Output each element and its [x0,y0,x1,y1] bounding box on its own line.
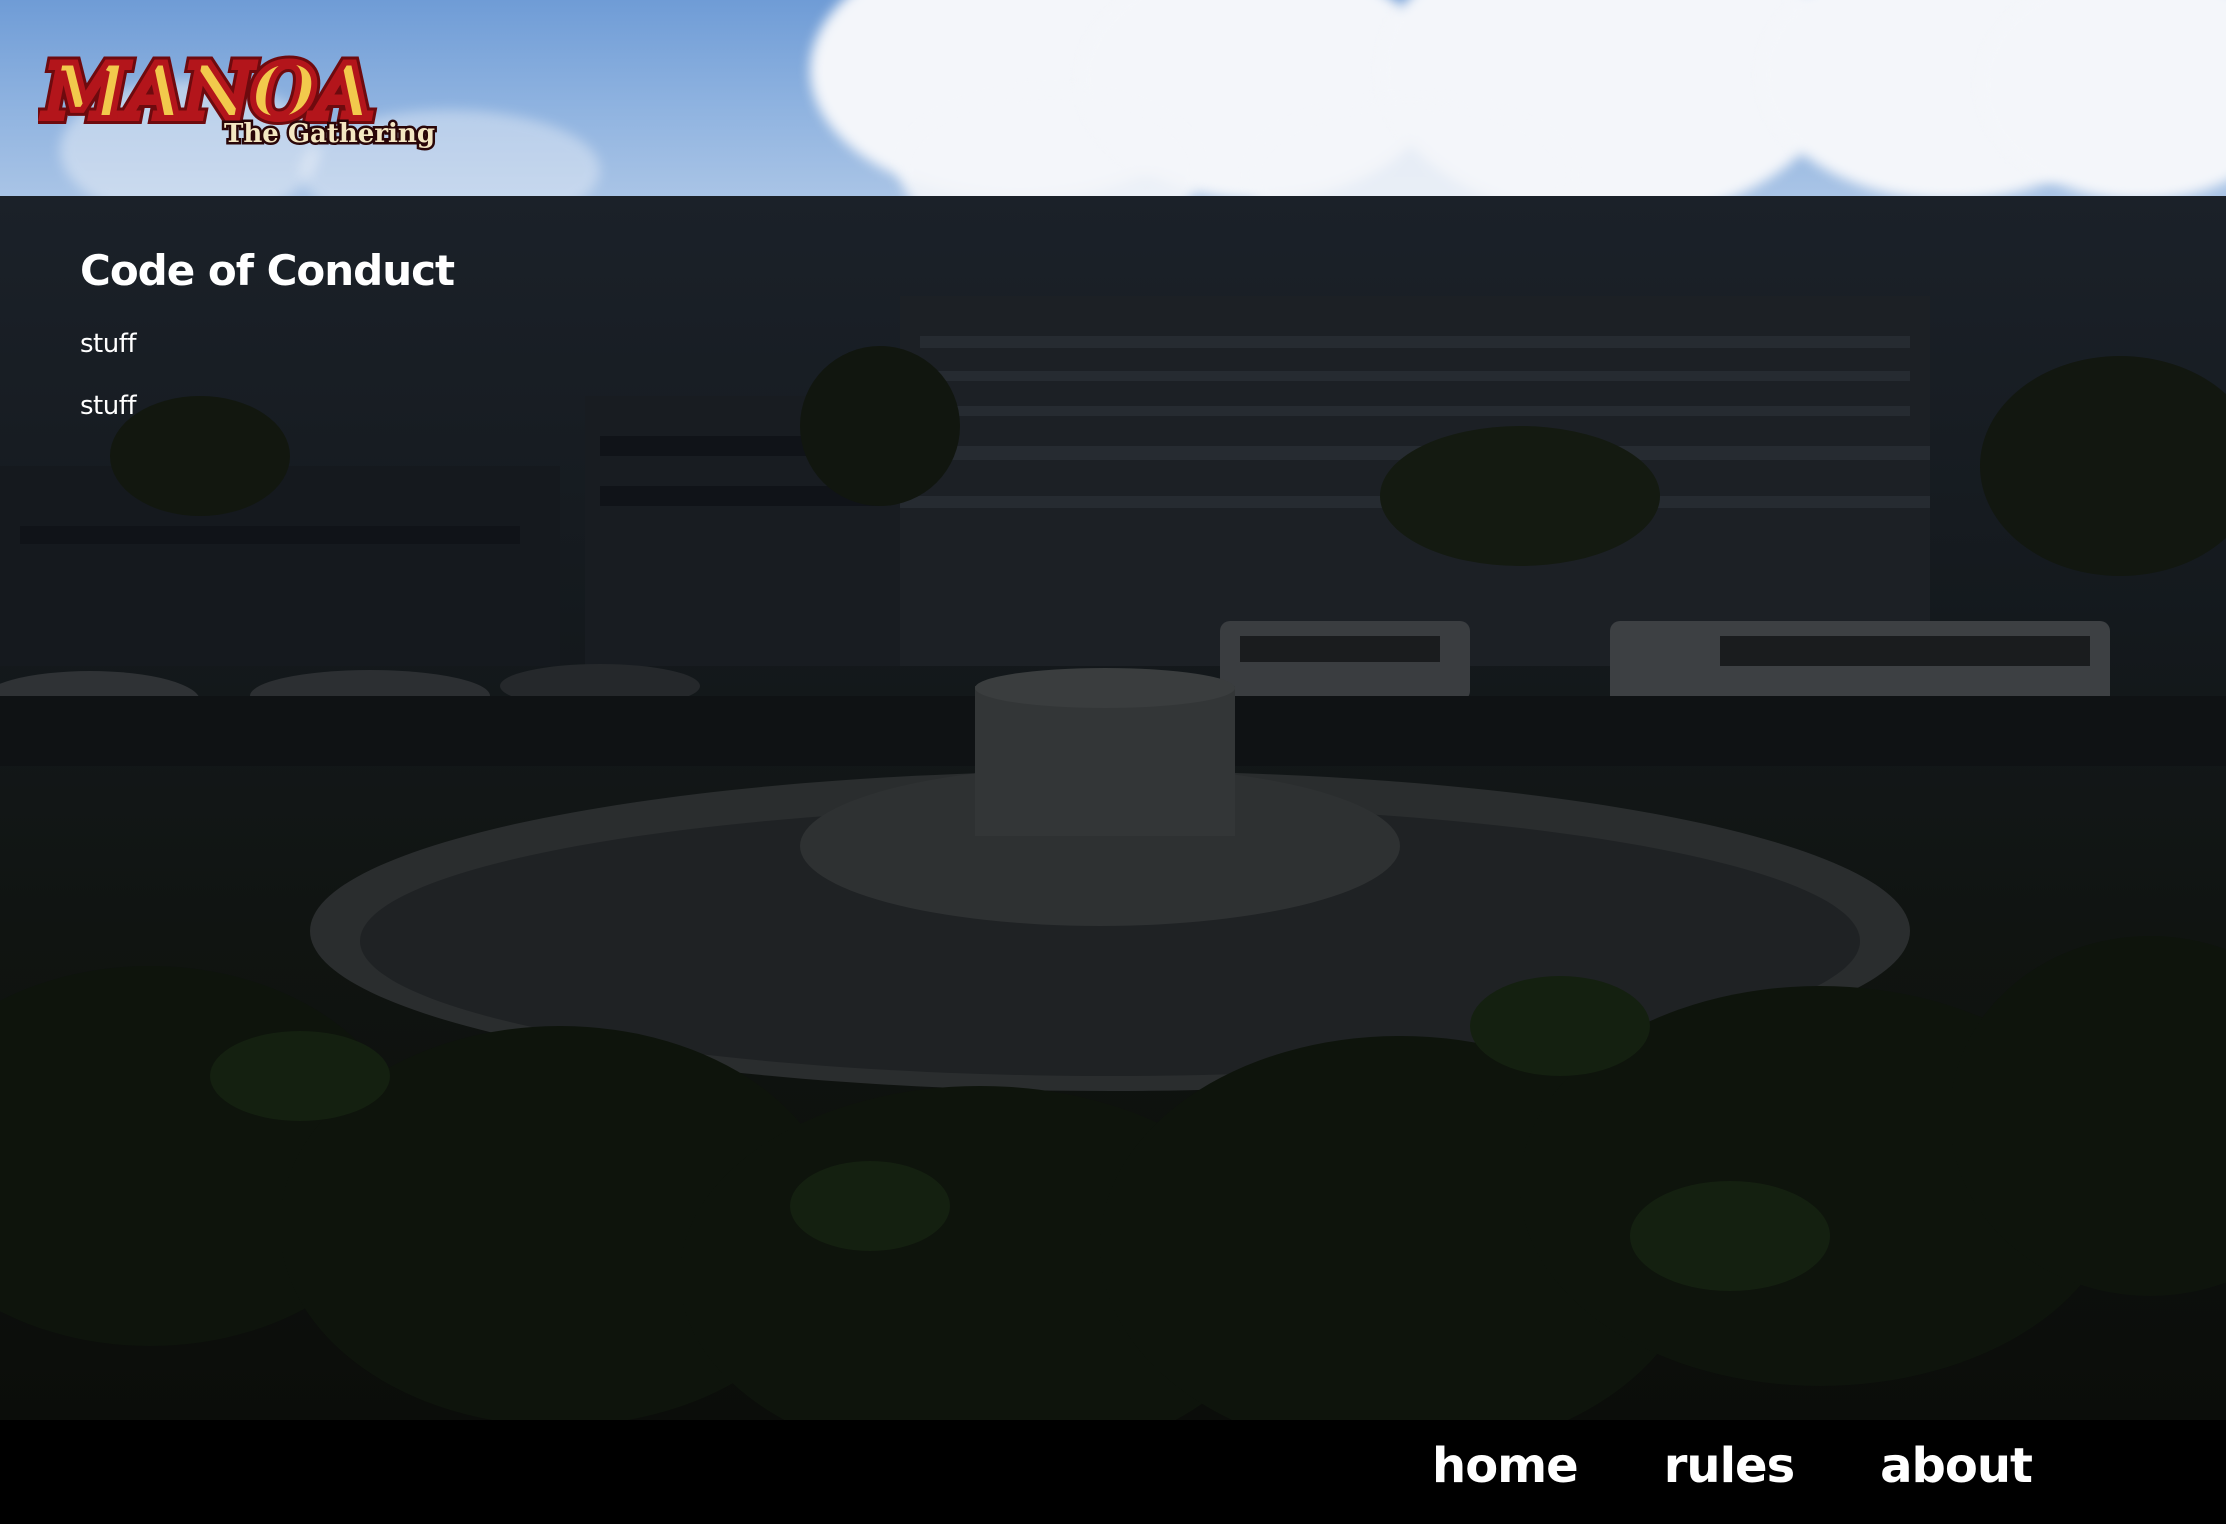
content-paragraph: stuff [80,391,137,421]
footer-nav: home rules about [1432,1438,2033,1494]
footer-bar: home rules about [0,1420,2226,1524]
hero-background: Code of Conduct stuff stuff [0,196,2226,1420]
nav-link-about[interactable]: about [1880,1438,2033,1494]
site-logo[interactable]: MANOA MANOA The Gathering The Gathering [38,34,448,154]
content-paragraph: stuff [80,329,137,359]
page-title: Code of Conduct [80,246,455,295]
logo-subtitle: The Gathering [224,119,435,149]
main-content: Code of Conduct stuff stuff [80,246,455,421]
nav-link-rules[interactable]: rules [1664,1438,1795,1494]
nav-link-home[interactable]: home [1432,1438,1579,1494]
header-banner: MANOA MANOA The Gathering The Gathering [0,0,2226,196]
page: MANOA MANOA The Gathering The Gathering [0,0,2226,1524]
